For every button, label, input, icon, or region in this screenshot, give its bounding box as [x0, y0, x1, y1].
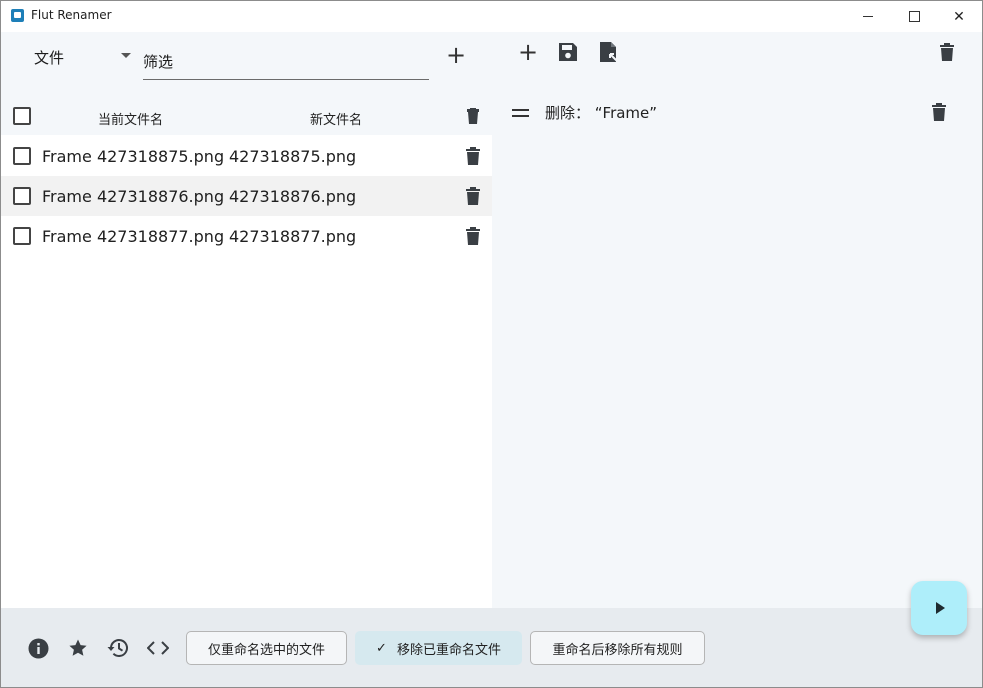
- delete-file-trash-icon[interactable]: [466, 147, 480, 165]
- file-current-name: Frame 427318876.png: [42, 187, 225, 206]
- add-rule-icon[interactable]: +: [517, 40, 539, 64]
- rename-selected-only-label: 仅重命名选中的文件: [207, 642, 325, 658]
- history-icon[interactable]: [107, 637, 129, 659]
- remove-rules-after-label: 重命名后移除所有规则: [552, 642, 683, 658]
- filter-bar: 文件 +: [1, 32, 492, 92]
- rename-selected-only-button[interactable]: 仅重命名选中的文件: [186, 631, 347, 665]
- delete-rule-trash-icon[interactable]: [932, 103, 946, 121]
- select-all-checkbox[interactable]: [13, 107, 31, 125]
- file-row-checkbox[interactable]: [13, 227, 31, 245]
- filter-input[interactable]: [143, 44, 429, 80]
- info-icon[interactable]: [27, 637, 49, 659]
- maximize-button[interactable]: [891, 1, 937, 32]
- remove-renamed-button[interactable]: ✓ 移除已重命名文件: [355, 631, 522, 665]
- file-row[interactable]: Frame 427318875.png 427318875.png: [1, 136, 492, 176]
- file-row[interactable]: Frame 427318877.png 427318877.png: [1, 216, 492, 256]
- file-new-name: 427318875.png: [229, 147, 357, 166]
- bottom-bar: 仅重命名选中的文件 ✓ 移除已重命名文件 重命名后移除所有规则: [1, 608, 982, 687]
- type-select[interactable]: 文件: [34, 47, 64, 68]
- file-new-name: 427318877.png: [229, 227, 357, 246]
- clear-rules-trash-icon[interactable]: [936, 41, 958, 63]
- file-row-checkbox[interactable]: [13, 147, 31, 165]
- file-row-checkbox[interactable]: [13, 187, 31, 205]
- star-icon[interactable]: [67, 637, 89, 659]
- app-window: Flut Renamer ✕ 文件 + 当前文件名 新文件名 Frame 427…: [0, 0, 983, 688]
- rule-panel: + 删除： “Frame”: [492, 32, 982, 608]
- save-icon[interactable]: [557, 41, 579, 63]
- rule-item[interactable]: 删除： “Frame”: [492, 92, 982, 132]
- check-icon: ✓: [376, 640, 387, 656]
- drag-handle-icon[interactable]: [512, 109, 529, 117]
- window-title: Flut Renamer: [31, 8, 112, 22]
- dropdown-arrow-icon[interactable]: [121, 53, 131, 58]
- delete-file-trash-icon[interactable]: [466, 227, 480, 245]
- remove-renamed-label: 移除已重命名文件: [396, 642, 501, 658]
- delete-file-trash-icon[interactable]: [466, 187, 480, 205]
- column-new-name: 新文件名: [310, 113, 363, 128]
- file-row[interactable]: Frame 427318876.png 427318876.png: [1, 176, 492, 216]
- file-list-header: 当前文件名 新文件名: [1, 96, 492, 136]
- clear-files-trash-icon[interactable]: [466, 107, 480, 125]
- minimize-button[interactable]: [845, 1, 891, 32]
- file-current-name: Frame 427318875.png: [42, 147, 225, 166]
- run-rename-play-button[interactable]: [911, 581, 967, 635]
- file-new-name: 427318876.png: [229, 187, 357, 206]
- column-current-name: 当前文件名: [98, 113, 164, 128]
- file-current-name: Frame 427318877.png: [42, 227, 225, 246]
- app-logo-icon: [11, 9, 24, 22]
- close-button[interactable]: ✕: [936, 1, 982, 32]
- file-export-icon[interactable]: [598, 41, 620, 63]
- code-icon[interactable]: [147, 637, 169, 659]
- add-file-icon[interactable]: +: [445, 43, 467, 67]
- title-bar[interactable]: Flut Renamer ✕: [1, 1, 982, 32]
- remove-rules-after-button[interactable]: 重命名后移除所有规则: [530, 631, 705, 665]
- rule-description: 删除： “Frame”: [545, 104, 658, 122]
- file-panel: 文件 + 当前文件名 新文件名 Frame 427318875.png 4273…: [1, 32, 492, 608]
